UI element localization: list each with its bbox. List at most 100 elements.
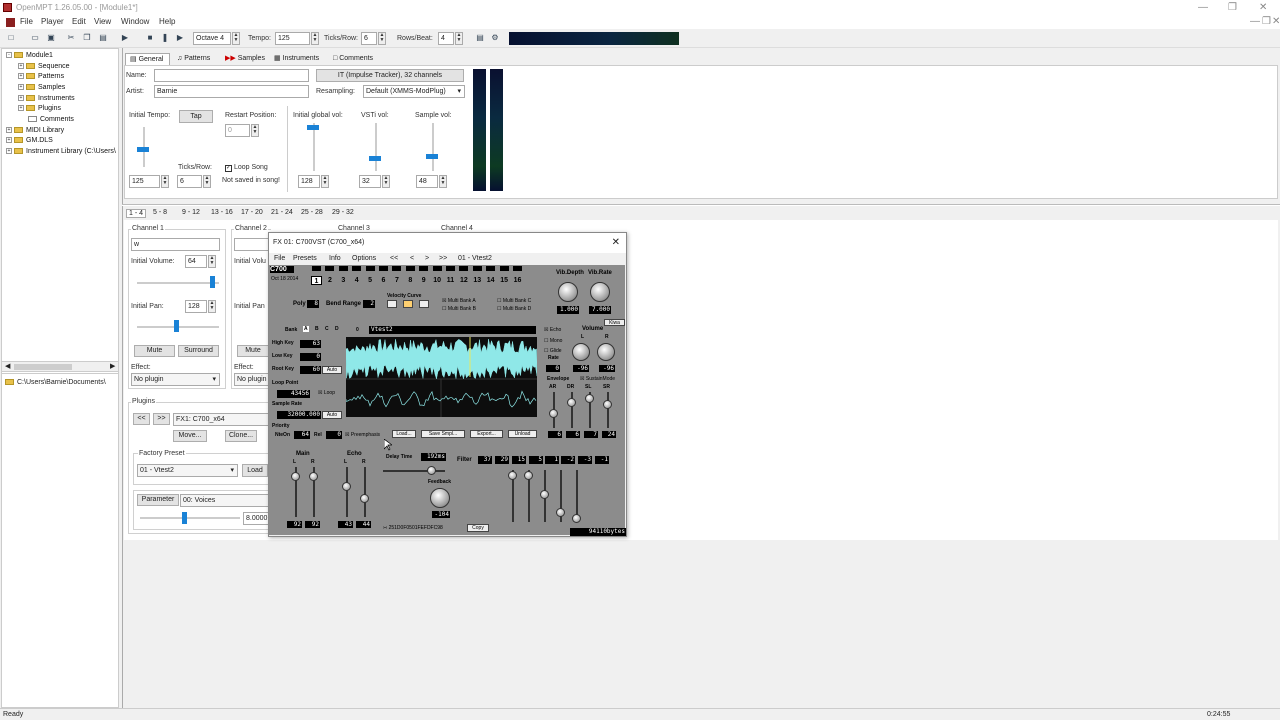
cut-icon[interactable]: ✂ — [66, 33, 76, 43]
open-folder-icon[interactable]: ▭ — [30, 33, 40, 43]
plugin-select[interactable]: FX1: C700_x64 — [173, 413, 270, 426]
tree-item[interactable]: + MIDI Library — [6, 127, 64, 134]
factory-preset-select[interactable]: 01 - Vtest2 ▾ — [137, 464, 238, 477]
octave-field[interactable]: Octave 4 — [193, 32, 231, 45]
tree-item[interactable]: + Instrument Library (C:\Users\ — [6, 148, 116, 155]
tree-item[interactable]: Comments — [28, 116, 74, 123]
filter-value[interactable]: 29 — [495, 456, 509, 464]
midi-channel-button[interactable]: 3 — [338, 276, 349, 285]
tempo-field[interactable]: 125 — [275, 32, 310, 45]
pause-icon[interactable]: ❚ — [160, 33, 170, 43]
octave-spin[interactable]: ▲ ▼ — [232, 32, 240, 45]
unload-button[interactable]: Unload — [508, 430, 537, 438]
vsti-vol-field[interactable]: 32 — [359, 175, 381, 188]
channel-1-vol-spin[interactable]: ▲ ▼ — [208, 255, 216, 268]
play-icon[interactable]: ▶ — [175, 33, 185, 43]
filter-value[interactable]: -2 — [561, 456, 575, 464]
channel-1-effect-select[interactable]: No plugin ▾ — [131, 373, 220, 386]
channel-tab[interactable]: 1 - 4 — [126, 209, 147, 218]
tap-button[interactable]: Tap — [179, 110, 213, 123]
ticks-spin[interactable]: ▲ ▼ — [378, 32, 386, 45]
vst-menu-presets[interactable]: Presets — [293, 255, 317, 262]
tree-item[interactable]: + Samples — [18, 84, 65, 91]
vsti-vol-spin[interactable]: ▲ ▼ — [382, 175, 390, 188]
midi-channel-button[interactable]: 8 — [405, 276, 416, 285]
ticks-spin[interactable]: ▲ ▼ — [203, 175, 211, 188]
channel-tab[interactable]: 13 - 16 — [211, 209, 233, 216]
channel-2-effect-select[interactable]: No plugin — [234, 373, 270, 386]
envelope-fader[interactable] — [567, 398, 576, 407]
mdi-close-button[interactable]: ✕ — [1272, 16, 1280, 27]
load-preset-button[interactable]: Load — [242, 464, 268, 477]
ticks-field[interactable]: 6 — [361, 32, 377, 45]
vst-close-icon[interactable]: ✕ — [612, 233, 620, 253]
root-key-value[interactable]: 60 — [300, 366, 321, 374]
menu-file[interactable]: File — [20, 17, 33, 26]
filter-value[interactable]: 5 — [529, 456, 543, 464]
vib-rate-value[interactable]: 7.000 — [589, 306, 611, 314]
tree-item[interactable]: + Patterns — [18, 73, 64, 80]
menu-window[interactable]: Window — [121, 17, 149, 26]
channel-1-vol-field[interactable]: 64 — [185, 255, 207, 268]
parameter-thumb[interactable] — [182, 512, 187, 524]
global-vol-thumb[interactable] — [307, 125, 319, 130]
envelope-fader[interactable] — [603, 400, 612, 409]
channel-1-vol-thumb[interactable] — [210, 276, 215, 288]
sample-vol-spin[interactable]: ▲ ▼ — [439, 175, 447, 188]
echo-right-value[interactable]: 44 — [356, 521, 371, 528]
channel-1-pan-field[interactable]: 128 — [185, 300, 207, 313]
channel-tab[interactable]: 9 - 12 — [182, 209, 200, 216]
midi-channel-button[interactable]: 12 — [458, 276, 469, 285]
tree-item[interactable]: + GM.DLS — [6, 137, 53, 144]
low-key-value[interactable]: 0 — [300, 353, 321, 361]
midi-channel-button[interactable]: 14 — [485, 276, 496, 285]
save-sample-button[interactable]: Save Smpl... — [421, 430, 465, 438]
channel-tab[interactable]: 17 - 20 — [241, 209, 263, 216]
resampling-select[interactable]: Default (XMMS-ModPlug) ▾ — [363, 85, 465, 98]
main-left-value[interactable]: 92 — [287, 521, 302, 528]
filter-fader[interactable] — [556, 508, 565, 517]
vst-prev-preset[interactable]: < — [410, 255, 414, 262]
scroll-thumb[interactable] — [14, 364, 72, 370]
channel-2-mute-button[interactable]: Mute — [237, 345, 269, 357]
parameter-select[interactable]: 00: Voices — [180, 494, 269, 507]
sample-rate-value[interactable]: 32000.000 — [277, 411, 321, 419]
vib-rate-knob[interactable] — [590, 282, 610, 302]
ticks-field[interactable]: 6 — [177, 175, 202, 188]
channel-tab[interactable]: 5 - 8 — [153, 209, 167, 216]
envelope-fader[interactable] — [585, 394, 594, 403]
envelope-value[interactable]: 6 — [548, 431, 562, 438]
move-plugin-button[interactable]: Move... — [173, 430, 207, 442]
bend-range-value[interactable]: 2 — [363, 300, 375, 308]
copy-icon[interactable]: ❐ — [82, 33, 92, 43]
filter-value[interactable]: 37 — [478, 456, 492, 464]
menu-player[interactable]: Player — [41, 17, 64, 26]
feedback-value[interactable]: -104 — [432, 511, 450, 518]
midi-channel-button[interactable]: 13 — [472, 276, 483, 285]
midi-channel-button[interactable]: 5 — [365, 276, 376, 285]
close-button[interactable]: ✕ — [1259, 2, 1267, 13]
delay-time-knob[interactable] — [427, 466, 436, 475]
paste-icon[interactable]: ▤ — [98, 33, 108, 43]
poly-value[interactable]: 8 — [307, 300, 319, 308]
volume-right-knob[interactable] — [597, 343, 615, 361]
midi-channel-button[interactable]: 9 — [418, 276, 429, 285]
tree-horizontal-scrollbar[interactable]: ◀ ▶ — [1, 361, 119, 372]
vib-depth-value[interactable]: 1.000 — [557, 306, 579, 314]
multibank-b-checkbox[interactable]: ☐ Multi Bank B — [442, 306, 476, 312]
load-sample-button[interactable]: Load... — [392, 430, 416, 438]
release-value[interactable]: 0 — [326, 431, 342, 439]
glide-checkbox[interactable]: ☐ Glide — [544, 348, 562, 354]
tab-comments[interactable]: □ Comments — [329, 53, 377, 65]
multibank-d-checkbox[interactable]: ☐ Multi Bank D — [497, 306, 531, 312]
sample-rate-auto-button[interactable]: Auto — [322, 411, 342, 419]
midi-channel-button[interactable]: 7 — [391, 276, 402, 285]
scroll-left-icon[interactable]: ◀ — [5, 362, 10, 370]
channel-1-pan-thumb[interactable] — [174, 320, 179, 332]
preemphasis-checkbox[interactable]: ☒ Preemphasis — [345, 432, 380, 438]
rows-beat-spin[interactable]: ▲ ▼ — [455, 32, 463, 45]
midi-channel-button[interactable]: 10 — [432, 276, 443, 285]
velocity-curve-linear[interactable] — [403, 300, 413, 308]
volume-right-value[interactable]: -96 — [599, 365, 615, 372]
midi-record-icon[interactable]: ⚙ — [490, 33, 500, 43]
